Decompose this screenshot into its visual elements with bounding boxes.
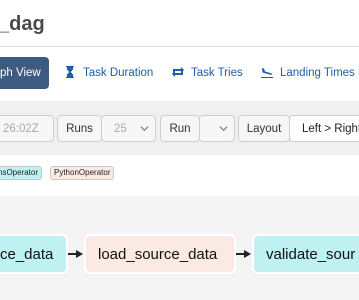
task-node-load-source-data[interactable]: load_source_data: [84, 234, 236, 274]
tab-landing-times[interactable]: Landing Times: [261, 57, 355, 89]
retry-icon: [172, 66, 184, 81]
tab-label: Task Tries: [191, 67, 243, 79]
chevron-down-icon: [219, 126, 228, 132]
layout-label: Layout: [238, 115, 290, 142]
base-date-input[interactable]: 26:02Z: [0, 115, 54, 142]
tab-label: Task Duration: [83, 67, 154, 79]
runs-select[interactable]: 25: [101, 115, 156, 142]
layout-value: Left > Right: [302, 122, 359, 135]
dag-graph-canvas[interactable]: ce_data load_source_data validate_sour: [0, 196, 359, 300]
runs-label: Runs: [57, 115, 102, 142]
filter-toolbar: 26:02Z Runs 25 Run Layout Left > Right: [0, 101, 359, 155]
run-select[interactable]: [199, 115, 235, 142]
legend-python-operator-badge[interactable]: PythonOperator: [50, 166, 115, 180]
tab-graph-view[interactable]: ph View: [0, 57, 49, 89]
layout-select[interactable]: Left > Right: [289, 115, 359, 142]
task-node-label: load_source_data: [98, 245, 218, 263]
run-label: Run: [160, 115, 200, 142]
runs-value: 25: [114, 122, 127, 135]
plane-landing-icon: [261, 66, 273, 81]
legend-operator-badge[interactable]: nsOperator: [0, 166, 43, 180]
task-node-label: ce_data: [0, 245, 54, 263]
chevron-down-icon: [140, 126, 149, 132]
dag-title: _dag: [0, 13, 45, 35]
tab-task-tries[interactable]: Task Tries: [172, 57, 243, 89]
hourglass-icon: [64, 65, 76, 81]
tab-label: Landing Times: [280, 67, 355, 79]
title-divider: [0, 46, 359, 47]
task-node-label: validate_sour: [266, 245, 356, 263]
task-node-source-data[interactable]: ce_data: [0, 234, 68, 274]
task-node-validate-source-data[interactable]: validate_sour: [252, 234, 359, 274]
tab-task-duration[interactable]: Task Duration: [64, 57, 153, 89]
tab-label: ph View: [0, 67, 41, 79]
